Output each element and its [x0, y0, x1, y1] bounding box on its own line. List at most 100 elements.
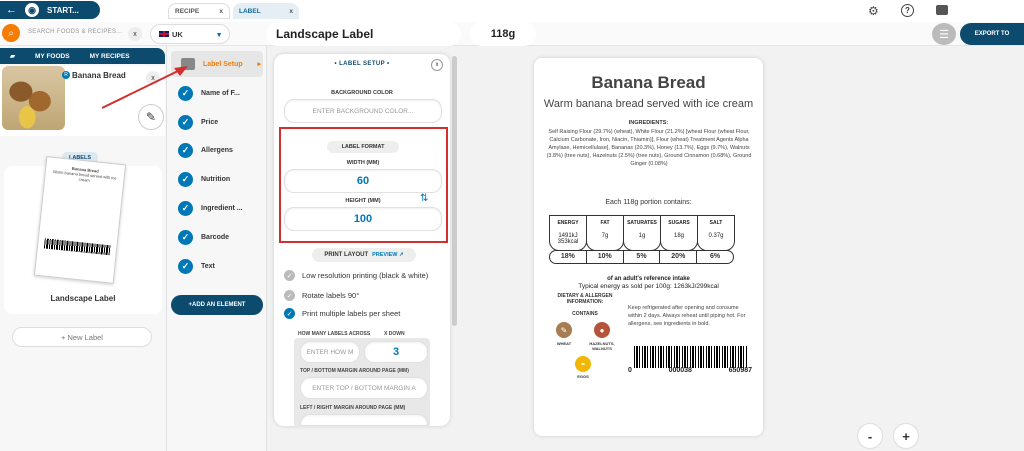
label-card-name: Landscape Label — [50, 294, 116, 303]
tb-margin-input[interactable]: ENTER TOP / BOTTOM MARGIN A — [300, 377, 428, 399]
element-item[interactable]: ✓ Ingredient ... — [178, 196, 263, 220]
across-label: HOW MANY LABELS ACROSS — [298, 331, 371, 337]
mini-barcode — [43, 238, 111, 256]
setup-scrollbar[interactable] — [452, 56, 457, 326]
ingredients-heading: INGREDIENTS: — [628, 120, 669, 126]
element-item[interactable]: ✓ Allergens — [178, 138, 263, 162]
lr-margin-input[interactable] — [300, 414, 428, 426]
contains-label: CONTAINS — [572, 311, 598, 317]
check-icon: ✓ — [284, 270, 295, 281]
setup-title: • LABEL SETUP • — [334, 61, 390, 67]
uk-flag-icon — [159, 30, 169, 37]
gear-icon[interactable]: ⚙ — [868, 4, 879, 18]
element-item[interactable]: ✓ Text — [178, 254, 263, 278]
width-input[interactable]: 60 — [284, 169, 442, 193]
recipe-badge-icon: R — [62, 71, 70, 79]
check-icon: ✓ — [178, 142, 193, 158]
check-icon: ✓ — [178, 229, 193, 245]
nutrient-cell: SALT 0.37g — [697, 215, 735, 251]
down-label: X DOWN — [384, 331, 405, 337]
preview-subtitle: Warm banana bread served with ice cream — [543, 98, 754, 110]
add-element-button[interactable]: +ADD AN ELEMENT — [171, 295, 263, 315]
across-input[interactable]: ENTER HOW M — [300, 341, 360, 363]
weight-field[interactable]: 118g — [470, 22, 536, 46]
export-button[interactable]: EXPORT TO — [960, 23, 1024, 45]
check-icon: ✓ — [284, 308, 295, 319]
chat-icon[interactable] — [936, 5, 948, 15]
nutrient-cell: ENERGY 1491kJ 353kcal — [549, 215, 587, 251]
chevron-right-icon: ▸ — [257, 61, 261, 68]
dietary-heading: DIETARY & ALLERGEN INFORMATION: — [557, 293, 613, 305]
bg-color-input[interactable]: ENTER BACKGROUND COLOR... — [284, 99, 442, 123]
barcode-number: 0 000038 650987 — [628, 367, 752, 374]
portion-text: Each 118g portion contains: — [605, 199, 692, 206]
check-icon: ✓ — [284, 290, 295, 301]
check-icon: ✓ — [178, 200, 193, 216]
zoom-out-button[interactable]: - — [857, 423, 883, 449]
recipe-thumbnail — [2, 66, 65, 130]
barcode — [634, 346, 748, 368]
check-icon: ✓ — [178, 258, 193, 274]
tb-margin-label: TOP / BOTTOM MARGIN AROUND PAGE (MM) — [300, 368, 409, 374]
typical-energy: Typical energy as sold per 100g: 1263kJ/… — [578, 283, 719, 290]
swap-dimensions-icon[interactable]: ⇅ — [420, 193, 428, 204]
option-multiple[interactable]: ✓ Print multiple labels per sheet — [284, 308, 400, 319]
preview-title: Banana Bread — [591, 73, 706, 92]
search-icon[interactable]: ⌕ — [2, 24, 20, 42]
nutrient-cell: SUGARS 18g — [660, 215, 698, 251]
element-item[interactable]: ✓ Price — [178, 110, 263, 134]
globe-icon: ◉ — [25, 3, 39, 17]
start-label: START... — [47, 5, 79, 15]
folder-icon[interactable]: ▰ — [0, 52, 25, 60]
chevron-down-icon: ▾ — [217, 29, 221, 39]
preview-link[interactable]: PREVIEW ↗ — [372, 252, 404, 258]
bg-color-label: BACKGROUND COLOR — [331, 90, 393, 96]
egg-icon: ◓ — [575, 356, 591, 372]
label-name-field[interactable]: Landscape Label — [266, 22, 461, 46]
element-item[interactable]: ✓ Name of F... — [178, 81, 263, 105]
allergen-label: HAZELNUTS, WALNUTS — [589, 341, 615, 351]
settings-sliders-icon[interactable]: ☰ — [932, 23, 956, 45]
close-icon[interactable]: x — [431, 59, 443, 71]
ingredients-text: Self Raising Flour (29.7%) (wheat), Whit… — [546, 129, 752, 167]
help-icon[interactable]: ? — [901, 4, 914, 17]
tab-my-foods[interactable]: MY FOODS — [25, 53, 80, 60]
country-select[interactable]: UK ▾ — [150, 24, 230, 44]
element-item[interactable]: ✓ Barcode — [178, 225, 263, 249]
option-low-res[interactable]: ✓ Low resolution printing (black & white) — [284, 270, 428, 281]
height-input[interactable]: 100 — [284, 207, 442, 231]
allergen-label: WHEAT — [556, 341, 572, 346]
zoom-in-button[interactable]: + — [893, 423, 919, 449]
nutrient-cell: SATURATES 1g — [623, 215, 661, 251]
height-label: HEIGHT (MM) — [345, 198, 381, 204]
storage-text: Keep refrigerated after opening and cons… — [628, 305, 746, 327]
tab-recipe[interactable]: RECIPE x — [168, 3, 230, 19]
width-label: WIDTH (MM) — [346, 160, 380, 166]
start-button[interactable]: ← ◉ START... — [0, 1, 100, 19]
nutrition-table: ENERGY 1491kJ 353kcal FAT 7g SATURATES 1g S… — [549, 215, 735, 265]
tab-my-recipes[interactable]: MY RECIPES — [80, 53, 140, 60]
back-arrow-icon: ← — [6, 4, 17, 16]
annotation-arrow — [101, 66, 188, 109]
ri-text: of an adult's reference intake — [607, 276, 690, 282]
lr-margin-label: LEFT / RIGHT MARGIN AROUND PAGE (MM) — [300, 405, 406, 411]
ri-percent-row: 18% 10% 5% 20% 6% — [549, 250, 734, 264]
search-input[interactable]: SEARCH FOODS & RECIPES... — [28, 29, 122, 35]
option-rotate[interactable]: ✓ Rotate labels 90° — [284, 290, 359, 301]
allergen-label: EGGS — [577, 374, 589, 379]
pencil-icon: ✎ — [145, 110, 157, 124]
down-input[interactable]: 3 — [364, 341, 428, 363]
check-icon: ✓ — [178, 171, 193, 187]
wheat-icon: ✎ — [556, 322, 572, 338]
tab-label[interactable]: LABEL x — [233, 3, 299, 19]
close-icon[interactable]: x — [219, 8, 223, 15]
close-icon[interactable]: x — [289, 8, 293, 15]
clear-search-button[interactable]: x — [128, 27, 142, 41]
nuts-icon: ● — [594, 322, 610, 338]
element-item[interactable]: ✓ Nutrition — [178, 167, 263, 191]
check-icon: ✓ — [178, 114, 193, 130]
print-layout-button[interactable]: PRINT LAYOUT PREVIEW ↗ — [312, 248, 416, 262]
label-format-button[interactable]: LABEL FORMAT — [327, 141, 399, 153]
new-label-button[interactable]: + New Label — [12, 327, 152, 347]
nutrient-cell: FAT 7g — [586, 215, 624, 251]
